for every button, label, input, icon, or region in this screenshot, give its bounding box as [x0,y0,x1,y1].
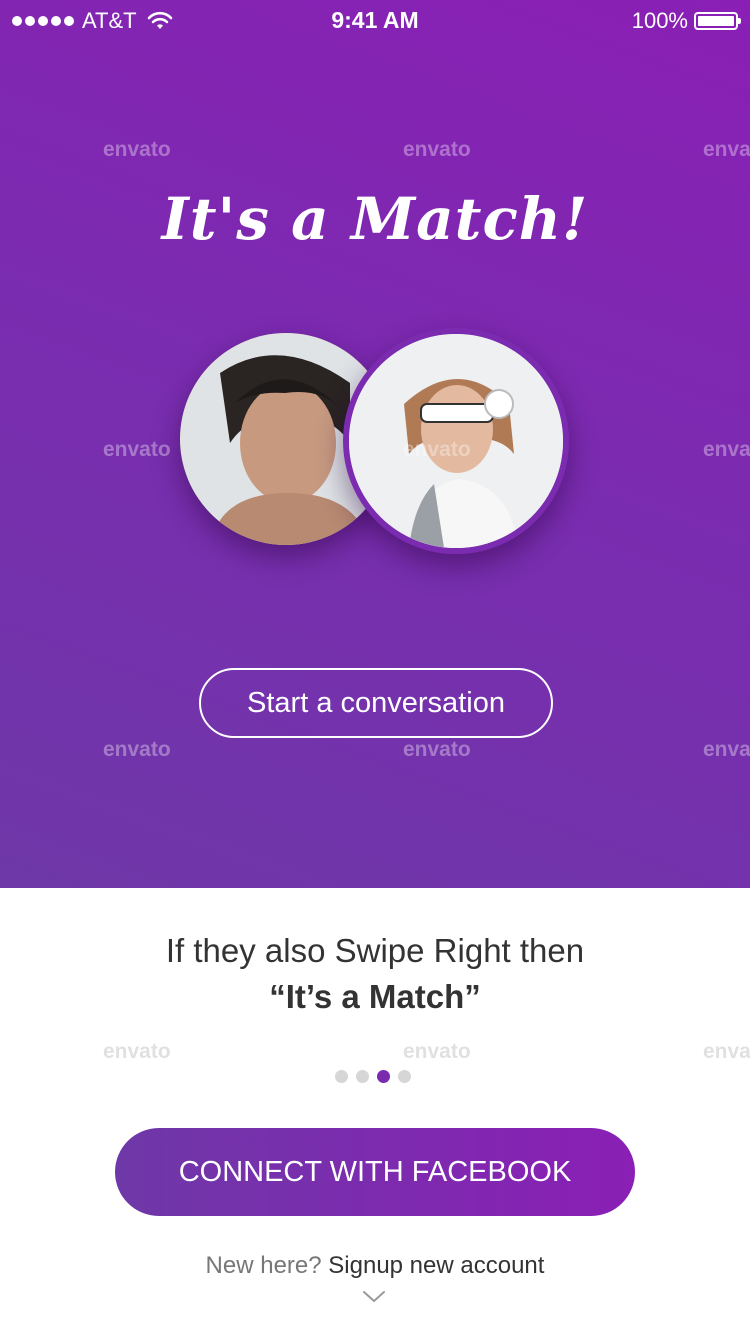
match-hero: AT&T 9:41 AM 100% envato envato envato I… [0,0,750,888]
status-bar: AT&T 9:41 AM 100% [0,0,750,40]
watermark: envato [703,138,750,161]
watermark: envato [103,138,171,161]
signup-question: New here? [205,1252,322,1279]
battery-icon [694,12,741,30]
watermark: envato [403,438,471,461]
description-line-2: “It’s a Match” [269,978,481,1015]
watermark: envato [403,138,471,161]
watermark: envato [403,738,471,761]
page-dot[interactable] [398,1070,411,1083]
watermark: envato [703,438,750,461]
signup-link[interactable]: Signup new account [328,1252,544,1279]
page-indicator [335,1070,411,1083]
page-dot-active[interactable] [377,1070,390,1083]
watermark: envato [703,1040,750,1063]
watermark: envato [103,1040,171,1063]
page-dot[interactable] [335,1070,348,1083]
battery-percentage: 100% [631,8,688,33]
watermark: envato [103,438,171,461]
page-dot[interactable] [356,1070,369,1083]
description-line-1: If they also Swipe Right then [165,932,585,969]
start-conversation-button[interactable]: Start a conversation [199,668,553,738]
chevron-down-icon[interactable] [362,1290,386,1304]
watermark: envato [103,738,171,761]
watermark: envato [403,1040,471,1063]
match-title: It's a Match! [161,185,589,253]
watermark: envato [703,738,750,761]
onboarding-description: If they also Swipe Right then “It’s a Ma… [0,932,750,1016]
signup-prompt: New here? Signup new account [0,1252,750,1280]
connect-facebook-button[interactable]: CONNECT WITH FACEBOOK [115,1128,635,1216]
